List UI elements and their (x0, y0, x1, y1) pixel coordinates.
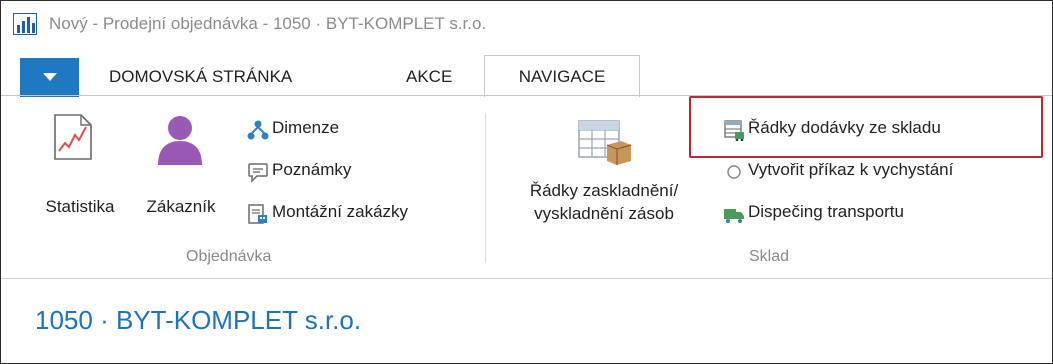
speech-bubble-icon (248, 163, 268, 183)
window-title: Nový - Prodejní objednávka - 1050 · BYT-… (49, 14, 487, 33)
create-pick-label: Vytvořit příkaz k vychystání (748, 160, 954, 179)
group-separator (485, 113, 486, 263)
assembly-icon (248, 204, 267, 224)
ribbon-divider (1, 278, 1052, 279)
title-bar: Nový - Prodejní objednávka - 1050 · BYT-… (1, 1, 1052, 47)
dimensions-button[interactable]: Dimenze (247, 117, 387, 143)
group-label-order: Objednávka (186, 248, 272, 265)
app-chart-icon (13, 13, 37, 35)
tab-home[interactable]: DOMOVSKÁ STRÁNKA (109, 58, 292, 96)
group-label-warehouse: Sklad (749, 248, 790, 265)
customer-button[interactable]: Zákazník (131, 113, 231, 223)
dimensions-icon (247, 120, 269, 140)
dimensions-label: Dimenze (272, 118, 340, 137)
transport-dispatch-button[interactable]: Dispečing transportu (723, 201, 993, 227)
application-menu-button[interactable] (20, 58, 79, 97)
customer-label: Zákazník (146, 197, 216, 216)
person-icon (158, 116, 202, 165)
warehouse-grid-icon (578, 120, 632, 165)
highlight-frame (689, 96, 1043, 158)
ribbon-tab-strip: DOMOVSKÁ STRÁNKA AKCE NAVIGACE (1, 50, 1052, 98)
warehouse-activity-lines-button[interactable]: Řádky zaskladnění/ vyskladnění zásob (499, 119, 709, 239)
warehouse-activity-lines-label-2: vyskladnění zásob (534, 204, 674, 223)
statistics-button[interactable]: Statistika (31, 113, 129, 223)
create-pick-button[interactable]: Vytvořit příkaz k vychystání (723, 159, 1051, 185)
chart-icon (54, 114, 92, 160)
assembly-orders-label: Montážní zakázky (272, 202, 409, 221)
circle-icon (727, 165, 741, 179)
chevron-down-icon (43, 73, 57, 81)
assembly-orders-button[interactable]: Montážní zakázky (247, 201, 477, 227)
warehouse-activity-lines-label-1: Řádky zaskladnění/ (529, 181, 679, 200)
statistics-label: Statistika (45, 197, 115, 216)
truck-icon (724, 209, 744, 223)
transport-dispatch-label: Dispečing transportu (748, 202, 904, 221)
page-title: 1050 · BYT-KOMPLET s.r.o. (35, 305, 362, 335)
tab-navigate[interactable]: NAVIGACE (484, 55, 640, 98)
tab-actions[interactable]: AKCE (406, 58, 452, 96)
notes-button[interactable]: Poznámky (247, 159, 407, 185)
notes-label: Poznámky (272, 160, 352, 179)
